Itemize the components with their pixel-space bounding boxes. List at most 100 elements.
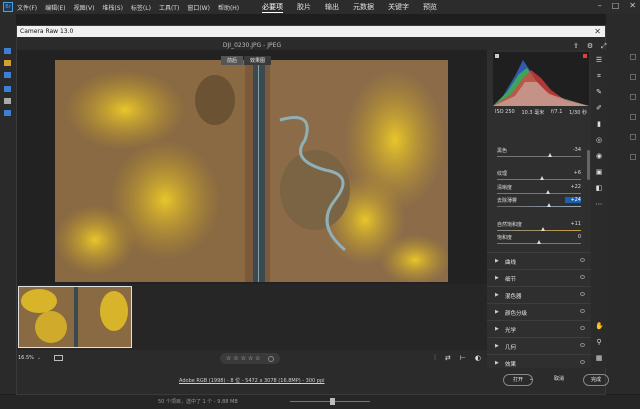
minimize-icon[interactable]: – (598, 1, 602, 10)
checkbox[interactable] (630, 114, 636, 120)
folder-icon[interactable] (4, 72, 11, 78)
before-tab[interactable]: 前后 (221, 56, 244, 65)
workflow-options-link[interactable]: Adobe RGB (1998) - 8 位 - 5472 x 3078 (16… (179, 377, 325, 384)
menu-stack[interactable]: 堆栈(S) (102, 3, 123, 12)
scrollbar[interactable] (587, 150, 590, 180)
rating-stars[interactable]: ☆ ☆ ☆ ☆ ☆ (226, 355, 261, 362)
eye-icon[interactable] (580, 258, 585, 262)
open-menu-chevron-icon[interactable]: ⌄ (525, 374, 537, 386)
folder-icon[interactable] (4, 48, 11, 54)
slider-knob[interactable] (546, 190, 551, 194)
slider-track[interactable] (497, 156, 581, 157)
image-canvas[interactable]: 前后 效果图 (17, 50, 487, 306)
shadow-clipping-icon[interactable] (495, 54, 499, 58)
eye-icon[interactable] (580, 309, 585, 313)
brush-icon[interactable]: ✐ (595, 104, 603, 112)
zoom-level[interactable]: 16.5% ⌄ (18, 355, 41, 361)
reject-icon[interactable] (267, 355, 274, 362)
folder-icon[interactable] (4, 98, 11, 104)
menu-edit[interactable]: 编辑(E) (45, 3, 65, 12)
eye-icon[interactable] (580, 360, 585, 364)
section-effects[interactable]: ▶ 效果 (487, 354, 591, 368)
crop-icon[interactable]: ⌗ (595, 72, 603, 80)
workspace-metadata[interactable]: 元数据 (353, 2, 374, 12)
slider-value[interactable]: +24 (565, 197, 581, 203)
eye-icon[interactable] (580, 275, 585, 279)
chevron-right-icon: ▶ (495, 326, 499, 332)
slider-track[interactable] (497, 193, 581, 194)
star-rating[interactable]: ☆ ☆ ☆ ☆ ☆ (220, 353, 280, 364)
zoom-icon[interactable]: ⚲ (595, 338, 603, 346)
status-text: 50 个项目，选中了 1 个 - 9.88 MB (158, 399, 238, 405)
aerial-photo (55, 60, 448, 282)
close-icon[interactable]: ✕ (594, 26, 601, 37)
menu-help[interactable]: 帮助(H) (218, 3, 239, 12)
checkbox[interactable] (630, 154, 636, 160)
maximize-icon[interactable]: □ (612, 1, 620, 10)
grid-icon[interactable]: ▦ (595, 354, 603, 362)
search-field[interactable] (430, 3, 550, 12)
before-after-toggle[interactable]: 前后 效果图 (221, 56, 272, 65)
checkbox[interactable] (630, 94, 636, 100)
cancel-button[interactable]: 取消 (544, 374, 574, 386)
workspace-output[interactable]: 输出 (325, 2, 339, 12)
slider-value[interactable]: +11 (565, 221, 581, 227)
slider-value[interactable]: 0 (565, 234, 581, 240)
slider-track[interactable] (497, 230, 581, 231)
close-window-icon[interactable]: ✕ (629, 1, 636, 10)
hand-icon[interactable]: ✋ (595, 322, 604, 330)
menu-tools[interactable]: 工具(T) (159, 3, 179, 12)
folder-icon[interactable] (4, 86, 11, 92)
slider-knob[interactable] (539, 176, 544, 180)
slider-value[interactable]: +6 (565, 170, 581, 176)
before-after-icon[interactable]: ⫶ (434, 354, 436, 363)
thumbnail-selected[interactable] (18, 286, 132, 348)
checkbox[interactable] (630, 54, 636, 60)
menu-window[interactable]: 窗口(W) (187, 3, 210, 12)
done-button[interactable]: 完成 (583, 374, 609, 386)
slider-knob[interactable] (330, 398, 335, 405)
checkbox[interactable] (630, 134, 636, 140)
folder-icon[interactable] (4, 110, 11, 116)
gradient-icon[interactable]: ▮ (595, 120, 603, 128)
menu-label[interactable]: 标签(L) (131, 3, 151, 12)
workspace-essentials[interactable]: 必要项 (262, 2, 283, 13)
section-color-mixer[interactable]: ▶ 混色器 (487, 286, 591, 303)
slider-knob[interactable] (537, 240, 541, 244)
histogram-graph (493, 60, 589, 106)
after-tab[interactable]: 效果图 (244, 56, 272, 65)
section-curve[interactable]: ▶ 曲线 (487, 252, 591, 269)
menu-file[interactable]: 文件(F) (17, 3, 37, 12)
eye-icon[interactable] (580, 343, 585, 347)
compare-icon[interactable]: ⊢ (460, 354, 466, 363)
workspace-filmstrip[interactable]: 胶片 (297, 2, 311, 12)
checkbox[interactable] (630, 74, 636, 80)
swap-icon[interactable]: ⇄ (445, 354, 451, 363)
section-color-grading[interactable]: ▶ 颜色分级 (487, 303, 591, 320)
presets-icon[interactable]: ◧ (595, 184, 603, 192)
filmstrip-toggle-icon[interactable] (54, 355, 63, 361)
eye-icon[interactable] (580, 326, 585, 330)
slider-track[interactable] (497, 206, 581, 207)
healing-icon[interactable]: ✎ (595, 88, 603, 96)
workspace-keywords[interactable]: 关键字 (388, 2, 409, 12)
slider-knob[interactable] (541, 227, 546, 231)
snapshot-icon[interactable]: ▣ (595, 168, 603, 176)
section-geometry[interactable]: ▶ 几何 (487, 337, 591, 354)
slider-value[interactable]: +22 (565, 184, 581, 190)
highlight-clipping-icon[interactable] (583, 54, 587, 58)
slider-knob[interactable] (547, 153, 552, 157)
red-eye-icon[interactable]: ◉ (595, 152, 603, 160)
menu-view[interactable]: 视图(V) (74, 3, 95, 12)
section-optics[interactable]: ▶ 光学 (487, 320, 591, 337)
more-icon[interactable]: ⋯ (595, 200, 603, 208)
section-detail[interactable]: ▶ 细节 (487, 269, 591, 286)
slider-value[interactable]: -34 (565, 147, 581, 153)
slider-knob[interactable] (547, 203, 552, 207)
radial-icon[interactable]: ◎ (595, 136, 603, 144)
toggle-icon[interactable]: ◐ (475, 354, 481, 363)
eye-icon[interactable] (580, 292, 585, 296)
edit-icon[interactable]: ☰ (595, 56, 603, 64)
exif-info: ISO 250 10.3 毫米 f/7.1 1/30 秒 (495, 109, 587, 116)
folder-icon[interactable] (4, 60, 11, 66)
